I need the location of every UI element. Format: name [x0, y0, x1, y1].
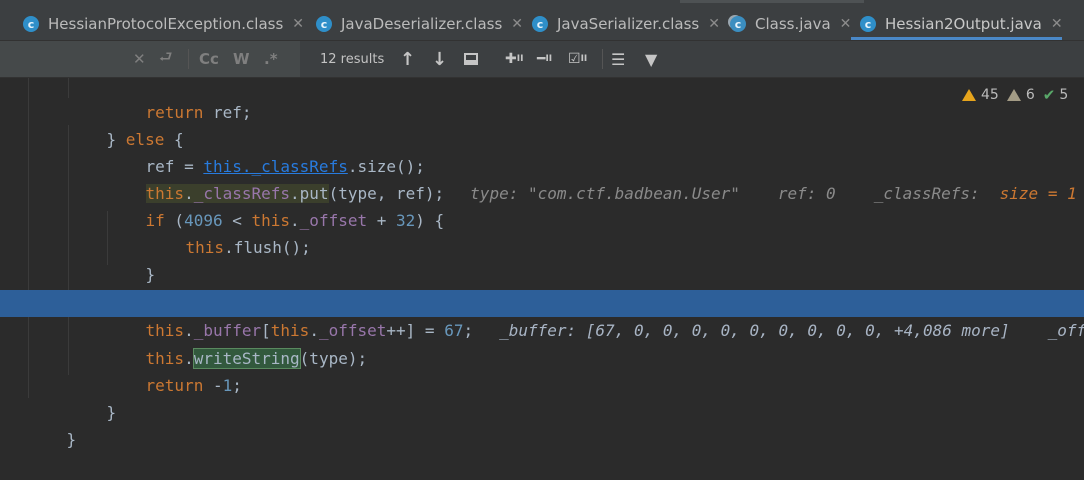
tab-label: HessianProtocolException.class	[48, 15, 284, 33]
code-line: } else {	[0, 99, 1084, 149]
close-icon[interactable]: ✕	[292, 16, 304, 32]
divider	[188, 49, 189, 69]
tab-label: JavaDeserializer.class	[341, 15, 503, 33]
tab-hessian2-output[interactable]: c Hessian2Output.java ✕	[860, 10, 1063, 38]
class-file-icon: c	[860, 16, 876, 32]
code-line: return -1;	[0, 345, 1084, 395]
code-line: }	[0, 234, 1084, 284]
code-text: }	[66, 430, 77, 449]
tab-label: Class.java	[755, 15, 831, 33]
divider	[602, 49, 603, 69]
class-file-icon: c	[316, 16, 332, 32]
code-line: if (4096 < this._offset + 32) {	[0, 180, 1084, 230]
code-line-execution-point: this._buffer[this._offset++] = 67; _buffe…	[0, 290, 1084, 340]
code-line: }	[0, 399, 1084, 449]
tab-java-serializer[interactable]: c JavaSerializer.class ✕	[532, 10, 720, 38]
code-line: this.flush();	[0, 207, 1084, 257]
class-file-icon: c	[532, 16, 548, 32]
close-icon[interactable]: ✕	[708, 16, 720, 32]
editor-tab-bar: c HessianProtocolException.class ✕ c Jav…	[0, 0, 1084, 41]
close-icon[interactable]: ✕	[1051, 16, 1063, 32]
tab-label: JavaSerializer.class	[557, 15, 700, 33]
class-file-icon: c	[23, 16, 39, 32]
code-line: this._classRefs.put(type, ref); type: "co…	[0, 153, 1084, 203]
close-icon[interactable]: ✕	[511, 16, 523, 32]
tab-java-deserializer[interactable]: c JavaDeserializer.class ✕	[316, 10, 523, 38]
code-text: }	[145, 265, 156, 284]
tab-hessian-protocol-exception[interactable]: c HessianProtocolException.class ✕	[23, 10, 304, 38]
code-line: this.writeString(type);	[0, 318, 1084, 369]
tab-bar-scroll-indicator	[680, 0, 864, 3]
tab-class-java[interactable]: c Class.java ✕	[730, 10, 851, 38]
tab-label: Hessian2Output.java	[885, 15, 1042, 33]
code-editor[interactable]: 45 6 ✔ 5 return ref; } else { ref = this…	[0, 78, 1084, 449]
code-line: return ref;	[0, 72, 1084, 122]
code-line: }	[0, 372, 1084, 422]
java-file-icon: c	[730, 16, 746, 32]
close-icon[interactable]: ✕	[840, 16, 852, 32]
active-tab-indicator	[851, 37, 1062, 40]
code-line: ref = this._classRefs.size();	[0, 126, 1084, 176]
